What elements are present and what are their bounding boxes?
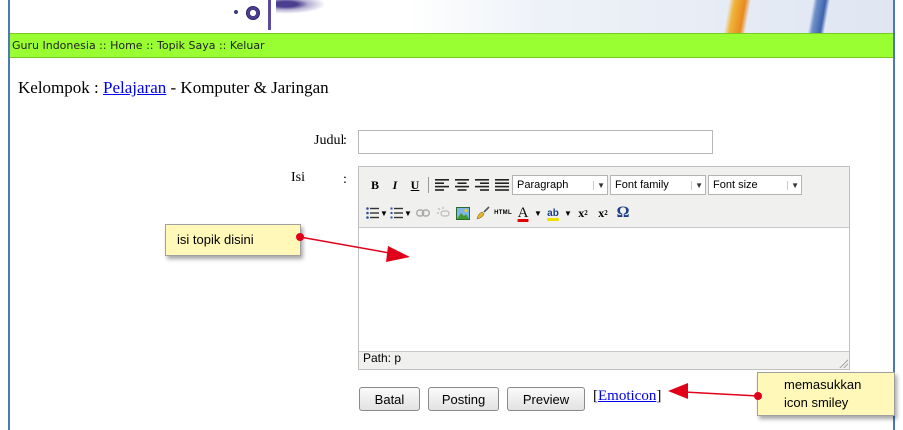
font-color-button[interactable]: A <box>513 203 533 223</box>
nav-separator: :: <box>95 39 111 52</box>
insert-image-icon[interactable] <box>453 203 473 223</box>
html-source-button[interactable]: HTML <box>493 203 513 223</box>
font-family-value: Font family <box>615 179 669 191</box>
callout-emoticon: memasukkan icon smiley <box>757 372 895 416</box>
italic-button[interactable]: I <box>385 175 405 195</box>
bullet-list-icon[interactable] <box>365 203 379 223</box>
nav-separator: :: <box>215 39 230 52</box>
numbered-list-icon[interactable] <box>389 203 403 223</box>
chevron-down-icon: ▼ <box>593 180 605 190</box>
posting-button[interactable]: Posting <box>428 387 499 411</box>
heading-prefix: Kelompok : <box>18 78 99 97</box>
unlink-icon[interactable] <box>433 203 453 223</box>
batal-button[interactable]: Batal <box>359 387 420 411</box>
font-size-value: Font size <box>713 179 758 191</box>
header-banner <box>10 0 893 33</box>
pelajaran-link[interactable]: Pelajaran <box>103 78 166 97</box>
align-left-icon[interactable] <box>432 175 452 195</box>
editor-content-area[interactable] <box>359 227 849 352</box>
special-char-omega-icon[interactable]: Ω <box>613 203 633 223</box>
callout-emoticon-line1: memasukkan <box>784 377 862 392</box>
banner-logo-circle <box>246 6 260 20</box>
banner-swoosh-blue <box>710 0 893 33</box>
subscript-button[interactable]: x2 <box>573 203 593 223</box>
emoticon-link-wrapper: [Emoticon] <box>593 388 661 405</box>
format-select[interactable]: Paragraph ▼ <box>512 175 608 195</box>
nav-home[interactable]: Home <box>110 39 142 52</box>
chevron-down-icon: ▼ <box>787 180 799 190</box>
editor-toolbar-row1: B I U Paragraph ▼ Font family ▼ Font size ▼ <box>365 174 804 196</box>
page-frame-right <box>893 0 895 430</box>
emoticon-link[interactable]: Emoticon <box>598 388 656 404</box>
align-center-icon[interactable] <box>452 175 472 195</box>
align-justify-icon[interactable] <box>492 175 512 195</box>
callout-emoticon-line2: icon smiley <box>784 395 849 410</box>
cleanup-brush-icon[interactable] <box>473 203 493 223</box>
chevron-down-icon: ▼ <box>691 180 703 190</box>
top-nav-bar: Guru Indonesia :: Home :: Topik Saya :: … <box>10 33 893 58</box>
nav-keluar[interactable]: Keluar <box>230 39 265 52</box>
callout-isi-topik: isi topik disini <box>165 224 301 256</box>
highlight-dropdown-icon[interactable]: ▼ <box>563 203 573 223</box>
isi-label: Isi <box>291 170 305 185</box>
editor-status-path: Path: p <box>363 351 402 365</box>
editor-toolbar-row2: ▼ ▼ HTML A ▼ ab ▼ x2 x2 Ω <box>365 202 633 224</box>
heading-suffix: - Komputer & Jaringan <box>170 78 329 97</box>
format-select-value: Paragraph <box>517 179 569 191</box>
toolbar-separator <box>428 177 429 193</box>
emoticon-bracket-close: ] <box>656 388 662 404</box>
font-color-dropdown-icon[interactable]: ▼ <box>533 203 543 223</box>
bold-button[interactable]: B <box>365 175 385 195</box>
nav-guru-indonesia[interactable]: Guru Indonesia <box>12 39 96 52</box>
judul-label: Judul <box>314 133 345 148</box>
font-family-select[interactable]: Font family ▼ <box>610 175 706 195</box>
judul-colon: : <box>343 133 347 148</box>
preview-button[interactable]: Preview <box>507 387 585 411</box>
rich-text-editor: B I U Paragraph ▼ Font family ▼ Font size ▼… <box>358 166 850 370</box>
banner-decoration <box>276 0 326 14</box>
judul-input[interactable] <box>358 130 713 154</box>
isi-colon: : <box>343 172 347 187</box>
subscript-mark: 2 <box>584 209 588 217</box>
group-heading: Kelompok : Pelajaran - Komputer & Jaring… <box>18 78 329 98</box>
arrow-to-emoticon <box>668 383 762 400</box>
banner-divider <box>268 0 271 30</box>
page-frame-left <box>8 0 10 430</box>
font-size-select[interactable]: Font size ▼ <box>708 175 802 195</box>
resize-handle-icon[interactable] <box>838 358 848 368</box>
link-icon[interactable] <box>413 203 433 223</box>
callout-isi-topik-text: isi topik disini <box>177 232 254 247</box>
superscript-button[interactable]: x2 <box>593 203 613 223</box>
bullet-list-dropdown-icon[interactable]: ▼ <box>379 203 389 223</box>
highlight-color-button[interactable]: ab <box>543 203 563 223</box>
nav-separator: :: <box>142 39 157 52</box>
align-right-icon[interactable] <box>472 175 492 195</box>
numbered-list-dropdown-icon[interactable]: ▼ <box>403 203 413 223</box>
underline-button[interactable]: U <box>405 175 425 195</box>
nav-topik-saya[interactable]: Topik Saya <box>157 39 215 52</box>
superscript-mark: 2 <box>604 209 608 217</box>
banner-dot-small <box>234 10 238 14</box>
